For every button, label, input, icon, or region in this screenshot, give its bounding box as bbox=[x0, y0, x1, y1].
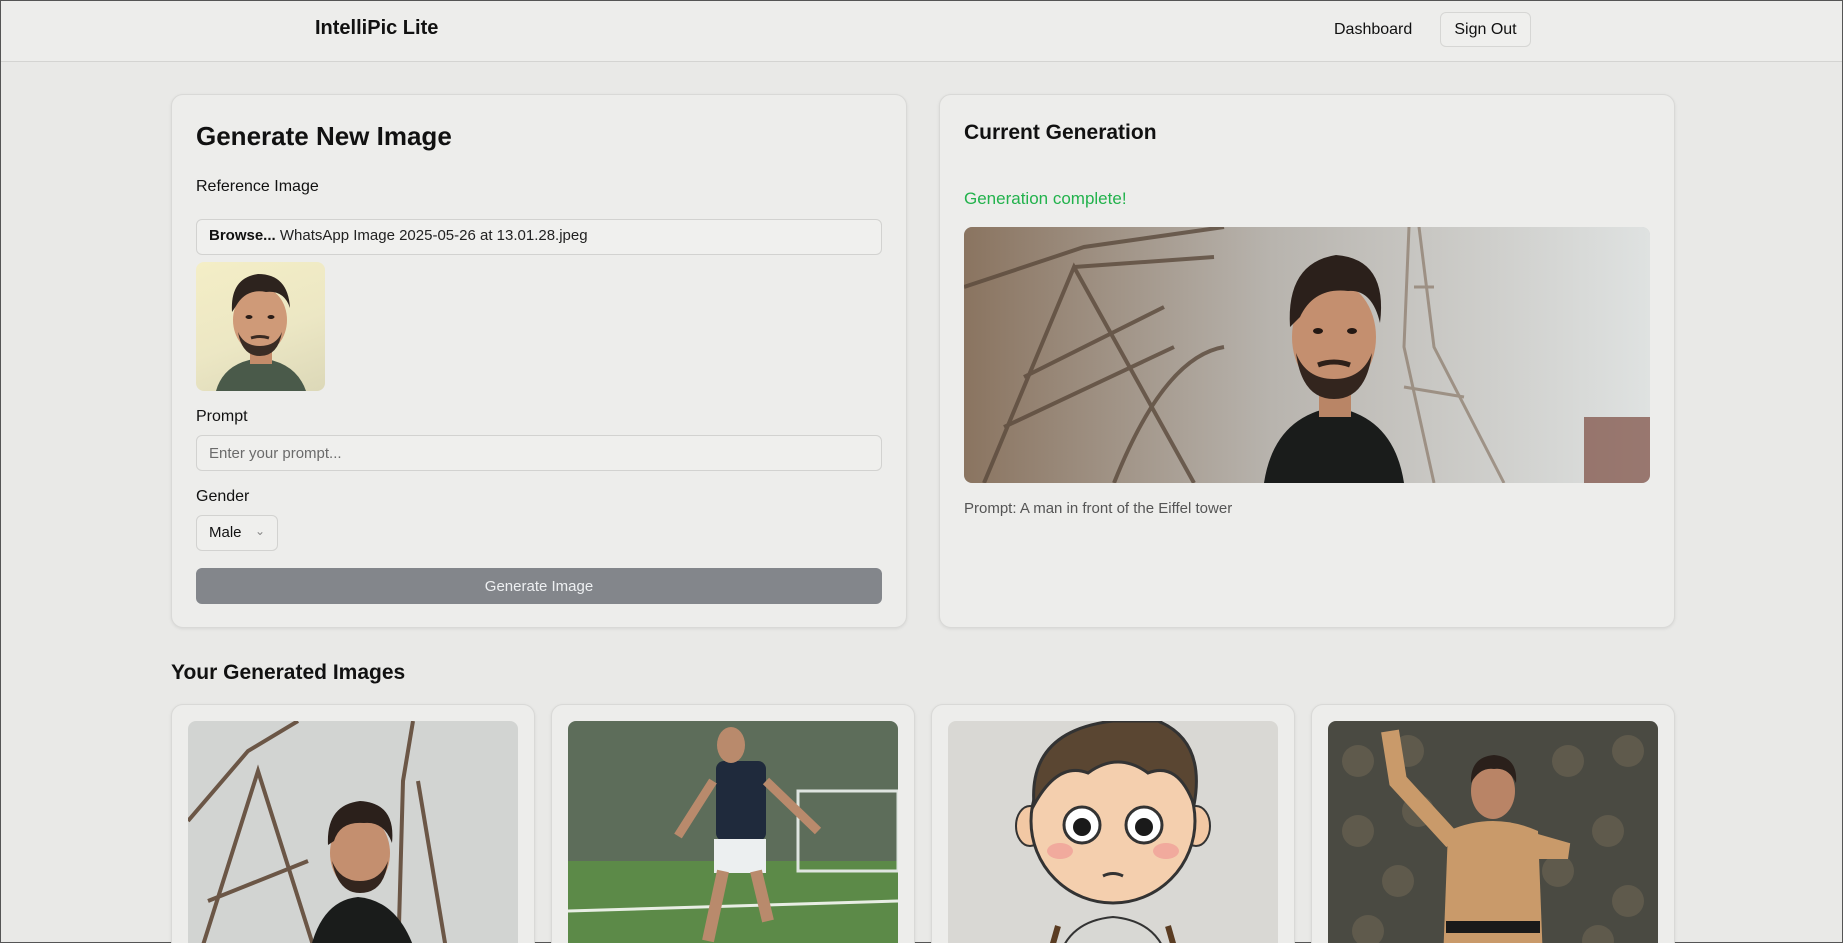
sign-out-button[interactable]: Sign Out bbox=[1440, 12, 1531, 47]
portrait-photo-illustration bbox=[216, 274, 306, 391]
gallery-image-soccer[interactable] bbox=[568, 721, 898, 943]
reference-image-label: Reference Image bbox=[196, 178, 319, 195]
app-brand[interactable]: IntelliPic Lite bbox=[315, 17, 438, 40]
chevron-down-icon: ⌄ bbox=[254, 524, 265, 538]
martial-artist-thumbnail bbox=[1328, 721, 1658, 943]
generated-images-heading: Your Generated Images bbox=[171, 661, 406, 684]
gallery-image-martial-artist[interactable] bbox=[1328, 721, 1658, 943]
generated-result-image[interactable] bbox=[964, 227, 1650, 483]
generation-status-text: Generation complete! bbox=[964, 189, 1127, 208]
prompt-label: Prompt bbox=[196, 408, 248, 425]
generate-image-button[interactable]: Generate Image bbox=[196, 568, 882, 604]
gallery-image-eiffel[interactable] bbox=[188, 721, 518, 943]
gallery-card[interactable] bbox=[551, 704, 915, 943]
gallery-card[interactable] bbox=[171, 704, 535, 943]
soccer-player-thumbnail bbox=[568, 721, 898, 943]
eiffel-portrait-thumbnail bbox=[188, 721, 518, 943]
gallery-image-cartoon[interactable] bbox=[948, 721, 1278, 943]
generate-image-card: Generate New Image Reference Image Brows… bbox=[171, 94, 907, 628]
selected-file-name: WhatsApp Image 2025-05-26 at 13.01.28.jp… bbox=[279, 227, 588, 244]
top-navbar: IntelliPic Lite Dashboard Sign Out bbox=[1, 1, 1842, 62]
current-generation-title: Current Generation bbox=[964, 121, 1157, 144]
browse-button[interactable]: Browse... bbox=[209, 227, 276, 244]
cartoon-boy-thumbnail bbox=[948, 721, 1278, 943]
eiffel-tower-portrait-illustration bbox=[964, 227, 1650, 483]
gender-selected-value: Male bbox=[209, 524, 242, 541]
reference-image-file-input[interactable]: Browse... WhatsApp Image 2025-05-26 at 1… bbox=[196, 219, 882, 255]
gallery-card[interactable] bbox=[1311, 704, 1675, 943]
gallery-card[interactable] bbox=[931, 704, 1295, 943]
gender-label: Gender bbox=[196, 488, 250, 505]
generate-card-title: Generate New Image bbox=[196, 121, 452, 151]
current-prompt-text: Prompt: A man in front of the Eiffel tow… bbox=[964, 500, 1233, 517]
gender-select[interactable]: Male ⌄ bbox=[196, 515, 278, 551]
reference-image-preview bbox=[196, 262, 325, 391]
nav-dashboard-link[interactable]: Dashboard bbox=[1334, 21, 1412, 39]
prompt-input[interactable] bbox=[196, 435, 882, 471]
current-generation-card: Current Generation Generation complete! bbox=[939, 94, 1675, 628]
